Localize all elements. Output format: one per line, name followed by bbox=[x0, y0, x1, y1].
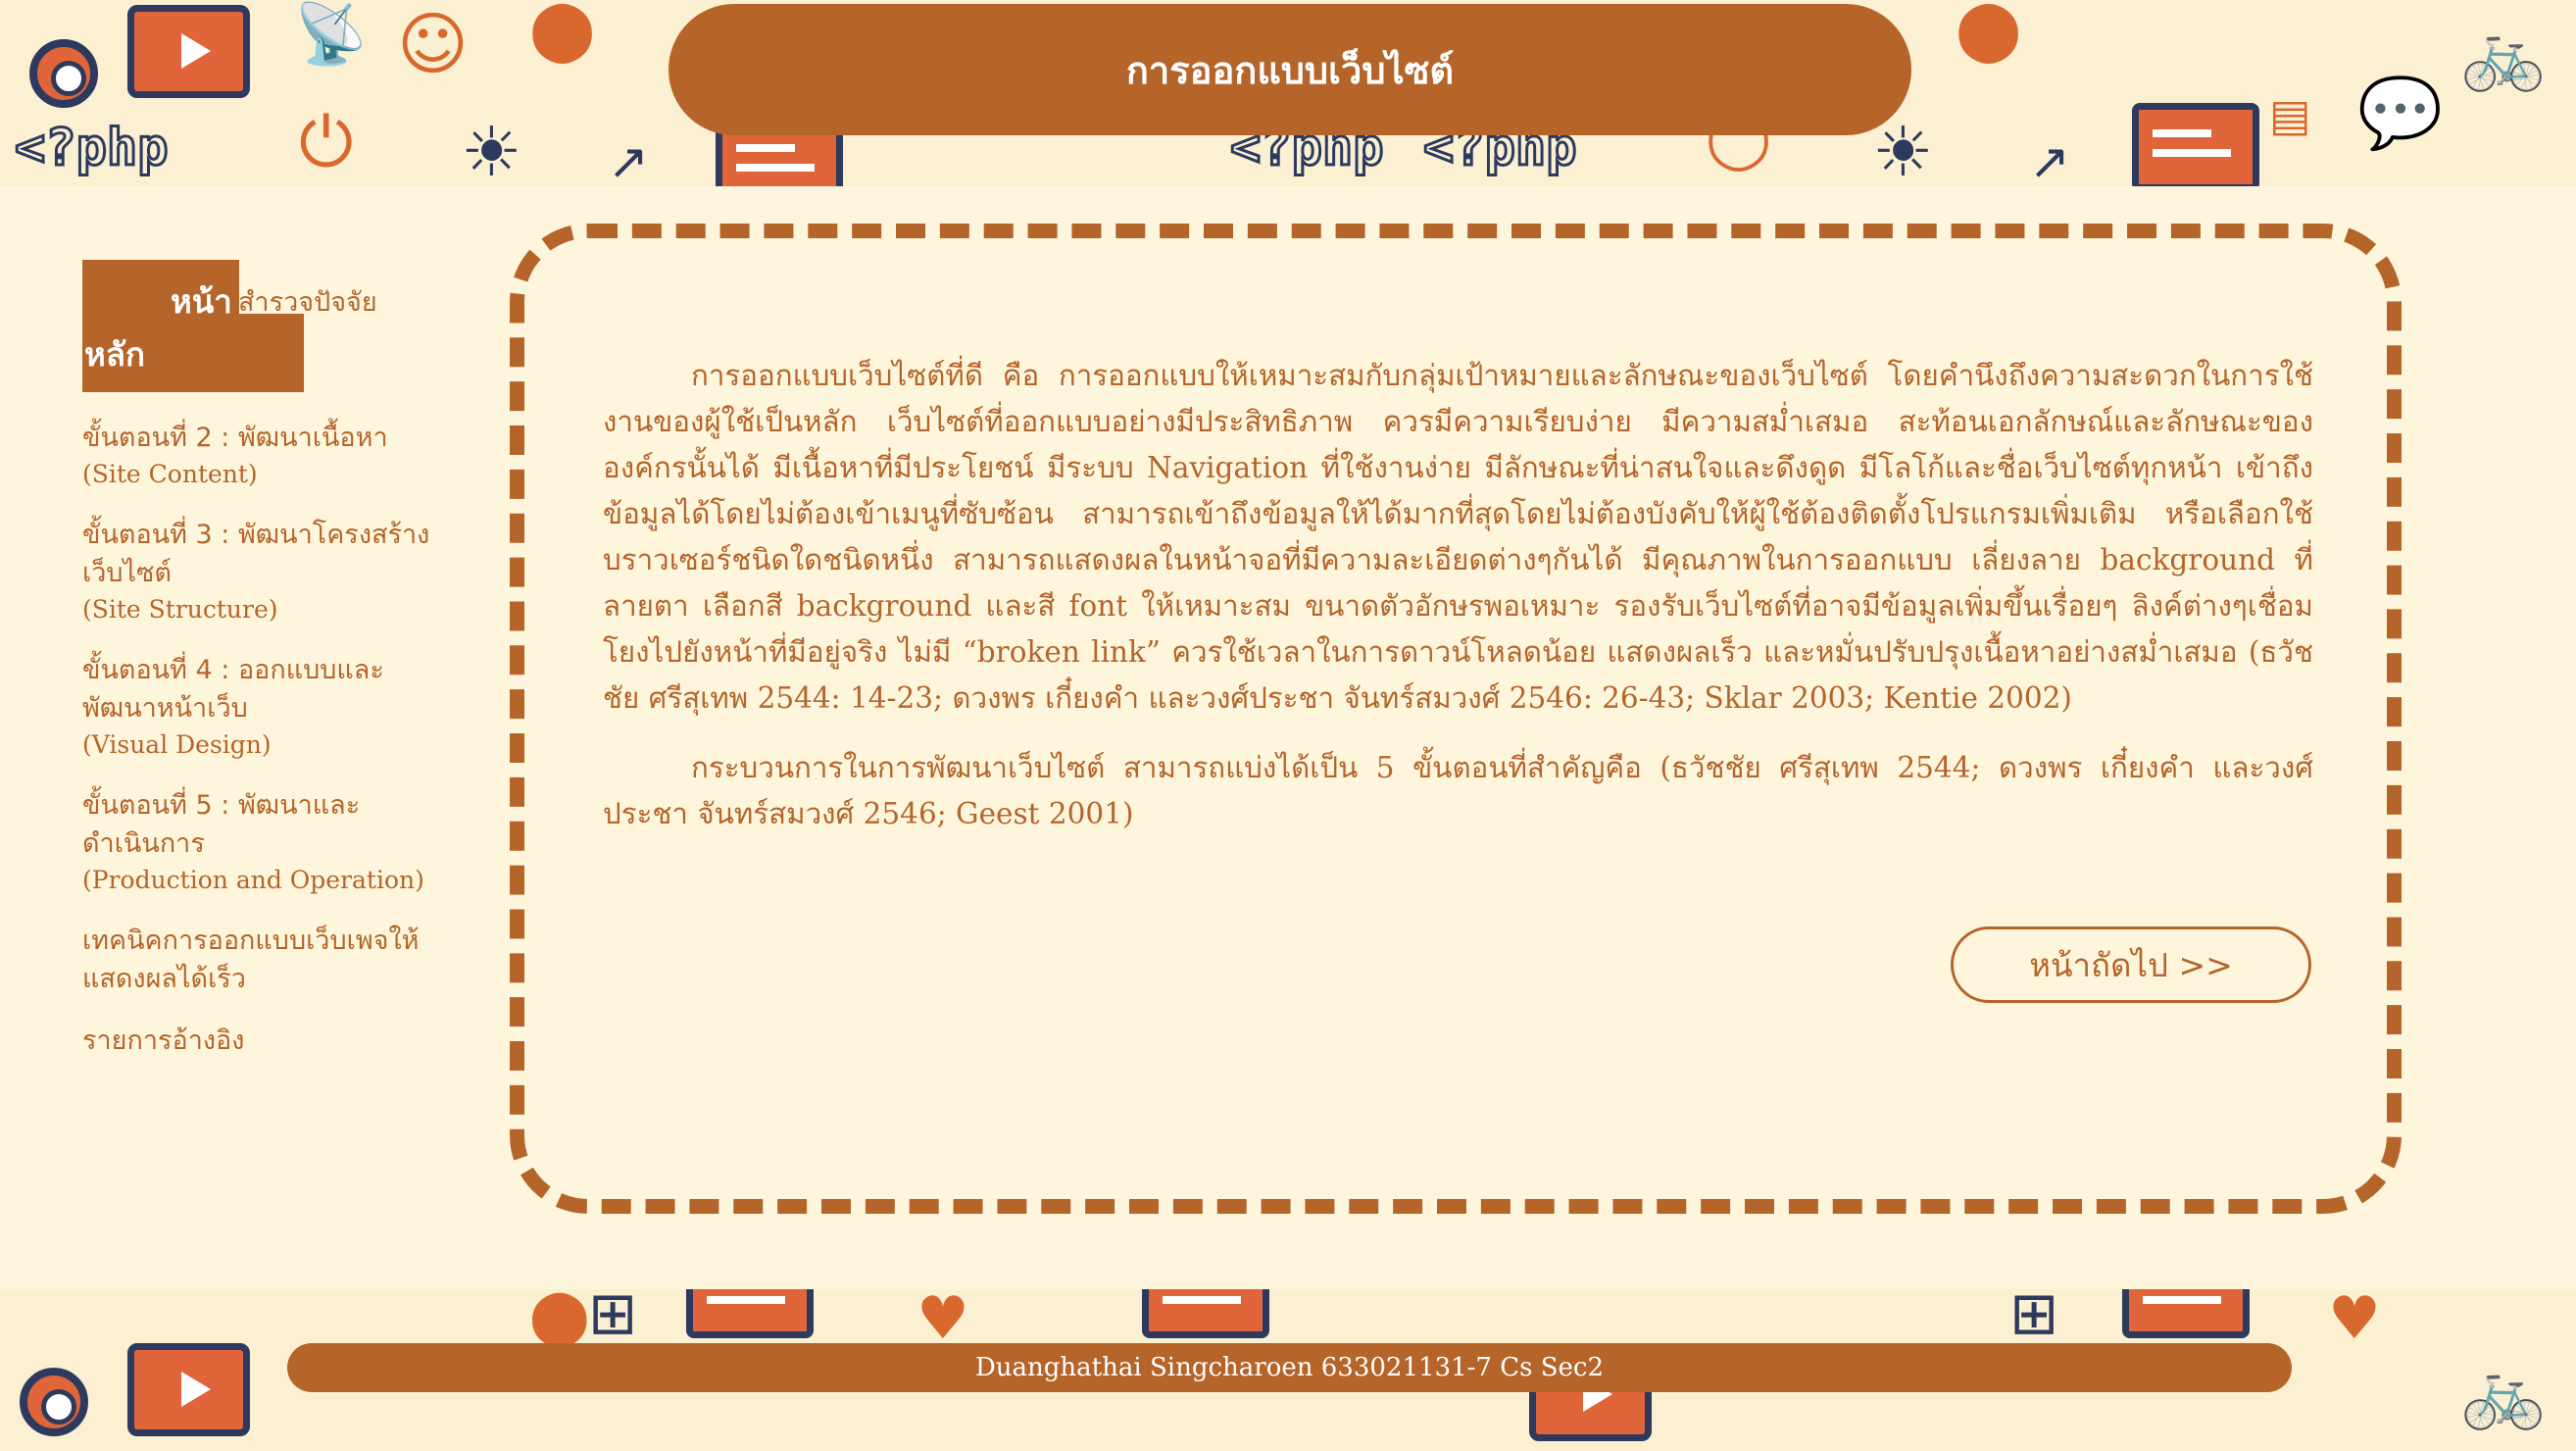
chat-bubble-icon: 💬 bbox=[2357, 73, 2444, 153]
footer-bar: Duanghathai Singcharoen 633021131-7 Cs S… bbox=[287, 1343, 2292, 1392]
smiley-icon: ☺ bbox=[397, 4, 469, 84]
sidebar-item-site-structure[interactable]: ขั้นตอนที่ 3 : พัฒนาโครงสร้างเว็บไซต์ (S… bbox=[82, 516, 435, 627]
header-title-bar: การออกแบบเว็บไซต์ bbox=[669, 4, 1911, 135]
home-label-line1: หน้า bbox=[171, 282, 232, 321]
sidebar-item-techniques[interactable]: เทคนิคการออกแบบเว็บเพจให้แสดงผลได้เร็ว bbox=[82, 922, 435, 998]
location-pin-icon: ⬤ bbox=[529, 0, 596, 64]
sidebar-nav: หน้า หลัก ขั้นตอนที่ 1 : สำรวจปัจจัยสำคั… bbox=[82, 260, 435, 1060]
content-paragraph: การออกแบบเว็บไซต์ที่ดี คือ การออกแบบให้เ… bbox=[603, 359, 2313, 715]
sidebar-item-sublabel: (Site Structure) bbox=[82, 595, 278, 624]
arrow-up-icon: ↗ bbox=[2029, 133, 2070, 186]
sidebar-item-site-content[interactable]: ขั้นตอนที่ 2 : พัฒนาเนื้อหา (Site Conten… bbox=[82, 419, 435, 492]
arrow-up-icon: ↗ bbox=[608, 133, 649, 186]
heart-icon: ♥ bbox=[2328, 1289, 2381, 1353]
sidebar-item-label: รายการอ้างอิง bbox=[82, 1026, 245, 1056]
sidebar-item-label: ขั้นตอนที่ 2 : พัฒนาเนื้อหา bbox=[82, 423, 388, 453]
location-pin-icon: ⬤ bbox=[1956, 0, 2022, 64]
location-pin-icon: ⬤ bbox=[529, 1289, 590, 1347]
page-title: การออกแบบเว็บไซต์ bbox=[1125, 48, 1455, 92]
video-monitor-icon bbox=[127, 1343, 250, 1436]
heart-icon: ♥ bbox=[916, 1289, 969, 1353]
web-panel-icon bbox=[1142, 1289, 1269, 1338]
windows-icon: ⊞ bbox=[2009, 1289, 2059, 1348]
broadcast-tower-icon: 📡 bbox=[294, 0, 368, 69]
chrome-icon bbox=[20, 1368, 88, 1436]
lightbulb-icon: ☀ bbox=[1872, 112, 1934, 186]
footer-credit: Duanghathai Singcharoen 633021131-7 Cs S… bbox=[974, 1353, 1605, 1382]
home-label-line2: หลัก bbox=[84, 335, 145, 374]
document-icon: ▤ bbox=[2269, 89, 2311, 141]
web-panel-icon bbox=[686, 1289, 814, 1338]
sidebar-item-label: ขั้นตอนที่ 5 : พัฒนาและดำเนินการ bbox=[82, 790, 361, 859]
sidebar-item-references[interactable]: รายการอ้างอิง bbox=[82, 1022, 435, 1060]
power-icon: ⏻ bbox=[299, 102, 354, 182]
content-paragraph: กระบวนการในการพัฒนาเว็บไซต์ สามารถแบ่งได… bbox=[603, 751, 2313, 830]
bicycle-icon: 🚲 bbox=[2460, 1352, 2547, 1432]
sidebar-item-sublabel: (Visual Design) bbox=[82, 730, 272, 759]
web-panel-icon bbox=[2132, 103, 2259, 186]
video-monitor-icon bbox=[127, 5, 250, 98]
web-panel-icon bbox=[2122, 1289, 2250, 1338]
sidebar-item-label: เทคนิคการออกแบบเว็บเพจให้แสดงผลได้เร็ว bbox=[82, 926, 420, 994]
sidebar-item-sublabel: (Production and Operation) bbox=[82, 866, 424, 894]
chrome-icon bbox=[29, 39, 98, 108]
sidebar-item-sublabel: (Site Content) bbox=[82, 460, 258, 488]
next-page-button[interactable]: หน้าถัดไป >> bbox=[1951, 926, 2311, 1003]
bicycle-icon: 🚲 bbox=[2460, 14, 2547, 94]
sidebar-item-visual-design[interactable]: ขั้นตอนที่ 4 : ออกแบบและพัฒนาหน้าเว็บ (V… bbox=[82, 651, 435, 763]
sidebar-item-label: ขั้นตอนที่ 4 : ออกแบบและพัฒนาหน้าเว็บ bbox=[82, 655, 384, 724]
windows-icon: ⊞ bbox=[588, 1289, 638, 1348]
php-logo-icon: <?php bbox=[14, 119, 171, 177]
sidebar-item-production[interactable]: ขั้นตอนที่ 5 : พัฒนาและดำเนินการ (Produc… bbox=[82, 786, 435, 898]
sidebar-item-label: ขั้นตอนที่ 3 : พัฒนาโครงสร้างเว็บไซต์ bbox=[82, 520, 430, 588]
main-content: การออกแบบเว็บไซต์ที่ดี คือ การออกแบบให้เ… bbox=[603, 353, 2313, 861]
lightbulb-icon: ☀ bbox=[461, 112, 522, 186]
